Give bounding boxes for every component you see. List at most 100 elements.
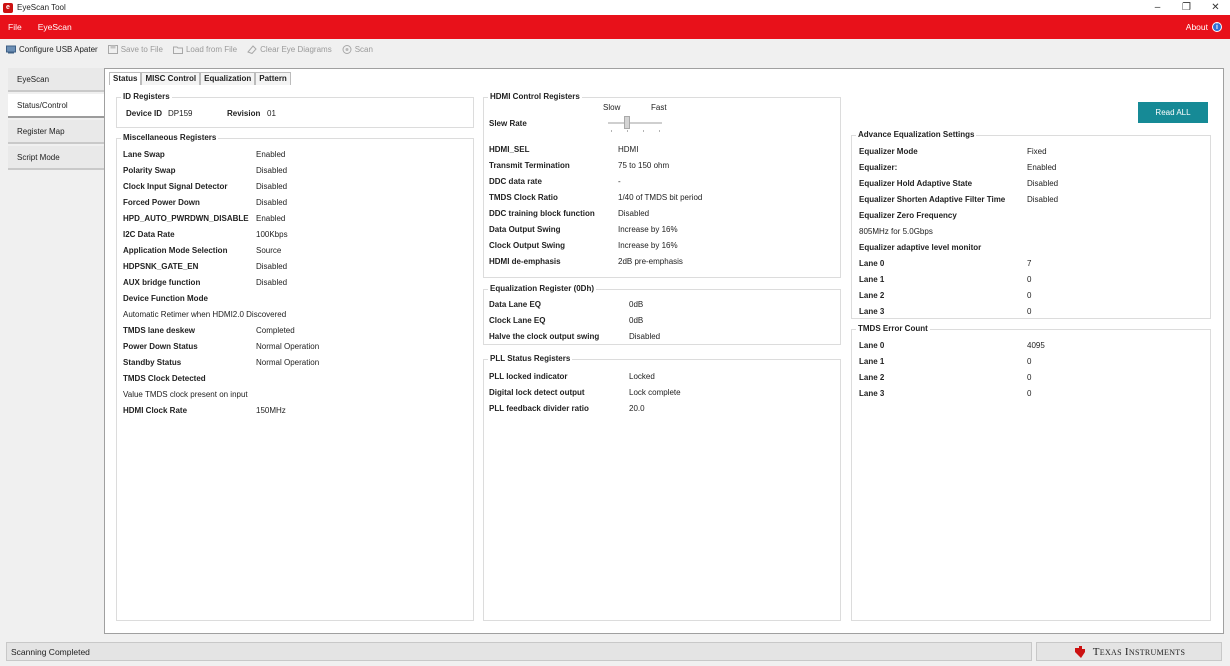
tmds-error-value: 0 [1027,389,1032,398]
misc-register-value: Disabled [256,198,288,207]
misc-register-label: Device Function Mode [123,294,208,303]
save-to-file-button[interactable]: Save to File [107,44,163,54]
eq-register-label: Halve the clock output swing [489,332,600,341]
advance-eq-value: 0 [1027,307,1032,316]
hdmi-control-label: Transmit Termination [489,161,570,170]
advance-eq-value: Disabled [1027,179,1059,188]
misc-register-label: Standby Status [123,358,182,367]
eq-register-value: Disabled [629,332,661,341]
hdmi-control-value: 1/40 of TMDS bit period [618,193,703,202]
tab-equalization[interactable]: Equalization [200,72,256,85]
misc-register-value: 100Kbps [256,230,288,239]
slider-tick [611,130,612,132]
hdmi-control-value: - [618,177,621,186]
menu-file[interactable]: File [0,22,30,32]
advance-eq-value: 7 [1027,259,1032,268]
hdmi-control-label: TMDS Clock Ratio [489,193,558,202]
nav-eyescan[interactable]: EyeScan [8,68,104,92]
texas-instruments-logo-icon [1074,645,1085,658]
misc-register-label: TMDS lane deskew [123,326,196,335]
advance-eq-label: Equalizer Zero Frequency [859,211,957,220]
nav-script-mode[interactable]: Script Mode [8,146,104,170]
load-from-file-button[interactable]: Load from File [172,45,237,54]
about-label[interactable]: About [1186,22,1208,32]
tmds-error-label: Lane 3 [859,389,885,398]
configure-usb-button[interactable]: Configure USB Apater [6,45,98,54]
tab-misc-control[interactable]: MISC Control [141,72,201,85]
tmds-error-value: 0 [1027,373,1032,382]
advance-eq-label: Lane 0 [859,259,885,268]
app-icon: e [3,2,13,13]
hdmi-control-group: HDMI Control Registers [483,92,841,278]
eq-register-value: 0dB [629,300,644,309]
pll-status-label: Digital lock detect output [489,388,585,397]
misc-register-value: Enabled [256,214,286,223]
hdmi-control-title: HDMI Control Registers [488,92,582,101]
left-navigation: EyeScan Status/Control Register Map Scri… [8,68,104,170]
window-title: EyeScan Tool [17,3,66,12]
misc-registers-title: Miscellaneous Registers [121,133,219,142]
misc-register-note: Value TMDS clock present on input [123,390,248,399]
pll-status-value: Locked [629,372,655,381]
revision-value: 01 [267,109,276,118]
menu-bar: File EyeScan About i [0,15,1230,39]
scan-button[interactable]: Scan [342,44,373,54]
menu-eyescan[interactable]: EyeScan [30,22,80,32]
nav-status-control[interactable]: Status/Control [8,94,104,118]
close-button[interactable]: ✕ [1201,0,1230,15]
pll-status-label: PLL locked indicator [489,372,568,381]
hdmi-control-value: Increase by 16% [618,241,678,250]
misc-register-value: Disabled [256,262,288,271]
tab-status[interactable]: Status [109,72,142,85]
nav-register-map[interactable]: Register Map [8,120,104,144]
slider-tick [643,130,644,132]
misc-register-label: HDMI Clock Rate [123,406,188,415]
toolbar: Configure USB Apater Save to File Load f… [0,39,1230,59]
misc-register-value: Completed [256,326,295,335]
slider-tick [627,130,628,132]
misc-register-label: HPD_AUTO_PWRDWN_DISABLE [123,214,249,223]
advance-eq-label: Equalizer Mode [859,147,918,156]
about-menu[interactable]: About i [1186,15,1222,39]
advance-eq-value: 0 [1027,275,1032,284]
tab-pattern[interactable]: Pattern [255,72,291,85]
eq-register-title: Equalization Register (0Dh) [488,284,597,293]
hdmi-control-label: DDC data rate [489,177,542,186]
hdmi-control-value: 2dB pre-emphasis [618,257,683,266]
folder-icon [172,46,183,54]
misc-register-value: Disabled [256,166,288,175]
misc-register-label: I2C Data Rate [123,230,175,239]
hdmi-control-value: Increase by 16% [618,225,678,234]
title-bar: e EyeScan Tool – ❐ ✕ [0,0,1230,15]
hdmi-control-value: 75 to 150 ohm [618,161,670,170]
brand-name: Texas Instruments [1092,645,1186,658]
advance-eq-value: Enabled [1027,163,1057,172]
device-id-label: Device ID [126,109,163,118]
advance-eq-value: Disabled [1027,195,1059,204]
hdmi-control-value: HDMI [618,145,639,154]
info-icon[interactable]: i [1212,22,1222,32]
save-icon [107,44,118,54]
eraser-icon [247,44,257,54]
minimize-button[interactable]: – [1143,0,1172,15]
read-all-button[interactable]: Read ALL [1138,102,1208,123]
revision-label: Revision [227,109,261,118]
eq-register-label: Data Lane EQ [489,300,542,309]
restore-button[interactable]: ❐ [1172,0,1201,15]
device-id-value: DP159 [168,109,193,118]
misc-register-value: Disabled [256,182,288,191]
advance-eq-label: Lane 1 [859,275,885,284]
misc-register-note: Automatic Retimer when HDMI2.0 Discovere… [123,310,287,319]
misc-register-label: TMDS Clock Detected [123,374,206,383]
misc-register-value: Normal Operation [256,358,320,367]
hdmi-control-value: Disabled [618,209,650,218]
scan-icon [342,44,352,54]
slew-rate-slider-thumb[interactable] [624,116,630,129]
slew-rate-slider-track[interactable] [608,122,662,124]
advance-eq-label: Equalizer: [859,163,898,172]
advance-eq-value: Fixed [1027,147,1047,156]
clear-eye-diagrams-button[interactable]: Clear Eye Diagrams [247,45,332,54]
hdmi-control-label: Clock Output Swing [489,241,565,250]
tmds-error-value: 0 [1027,357,1032,366]
hdmi-control-label: HDMI_SEL [489,145,530,154]
